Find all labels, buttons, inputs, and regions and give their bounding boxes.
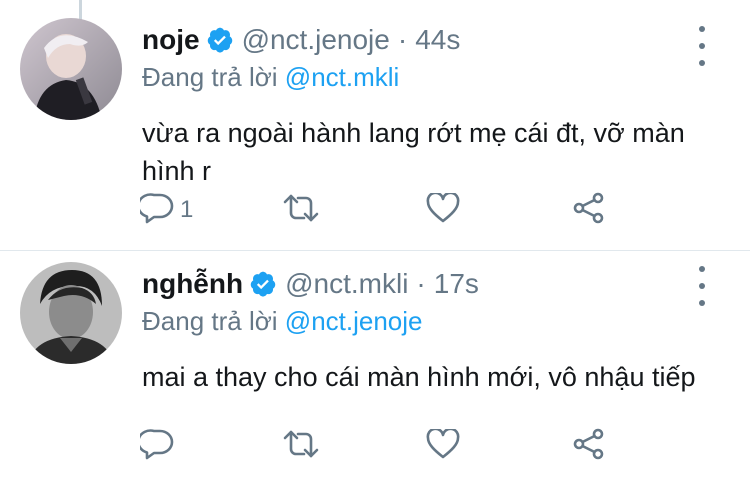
like-icon — [426, 427, 460, 464]
separator-dot: · — [416, 268, 426, 299]
reply-button[interactable]: 1 — [136, 190, 194, 230]
user-handle[interactable]: @nct.jenoje — [242, 24, 390, 56]
replying-to: Đang trả lời @nct.mkli — [142, 62, 730, 98]
like-button[interactable] — [426, 190, 460, 230]
avatar[interactable] — [20, 262, 122, 364]
replying-to-label: Đang trả lời — [142, 62, 278, 92]
retweet-button[interactable] — [282, 426, 320, 466]
replying-to-label: Đang trả lời — [142, 306, 278, 336]
tweet-actions: 1 — [136, 190, 640, 230]
replying-to: Đang trả lời @nct.jenoje — [142, 306, 730, 342]
user-handle[interactable]: @nct.mkli — [285, 268, 408, 300]
tweet-text: mai a thay cho cái màn hình mới, vô nhậu… — [142, 362, 696, 392]
share-icon — [572, 428, 606, 465]
verified-badge-icon — [249, 270, 277, 298]
retweet-icon — [282, 429, 320, 464]
verified-badge-icon — [206, 26, 234, 54]
display-name[interactable]: nghễnh — [142, 268, 243, 300]
more-options-icon[interactable] — [692, 24, 712, 68]
like-icon — [426, 191, 460, 228]
replying-to-handle[interactable]: @nct.jenoje — [285, 306, 423, 336]
reply-icon — [136, 428, 174, 465]
reply-count: 1 — [180, 196, 194, 223]
share-button[interactable] — [572, 426, 606, 466]
replying-to-handle[interactable]: @nct.mkli — [285, 62, 400, 92]
display-name[interactable]: noje — [142, 24, 200, 56]
tweet-reply[interactable]: noje @nct.jenoje · 44s Đang trả lời @nct… — [0, 0, 750, 250]
timestamp[interactable]: 44s — [415, 24, 460, 56]
retweet-button[interactable] — [282, 190, 320, 230]
avatar[interactable] — [20, 18, 122, 120]
retweet-icon — [282, 193, 320, 228]
share-button[interactable] — [572, 190, 606, 230]
tweet-actions — [136, 426, 640, 466]
tweet-reply[interactable]: nghễnh @nct.mkli · 17s Đang trả lời @nct… — [0, 250, 750, 488]
reply-button[interactable] — [136, 426, 180, 466]
more-options-icon[interactable] — [692, 264, 712, 308]
separator-dot: · — [397, 24, 408, 55]
tweet-text: vừa ra ngoài hành lang rớt mẹ cái đt, vỡ… — [142, 118, 685, 186]
share-icon — [572, 192, 606, 229]
reply-icon — [136, 192, 174, 229]
like-button[interactable] — [426, 426, 460, 466]
timestamp[interactable]: 17s — [434, 268, 479, 300]
